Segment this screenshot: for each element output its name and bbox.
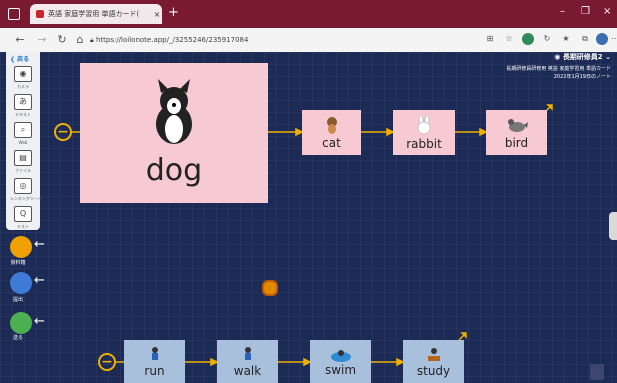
run-icon bbox=[151, 346, 158, 360]
word-card[interactable]: swim bbox=[310, 340, 371, 383]
word-card[interactable]: rabbit bbox=[393, 110, 455, 155]
trash-icon[interactable] bbox=[590, 364, 604, 380]
main-word-card[interactable]: dog bbox=[80, 63, 268, 203]
word-label: run bbox=[144, 363, 165, 378]
collapse-top-button[interactable]: − bbox=[54, 123, 72, 141]
collapse-bottom-button[interactable]: − bbox=[98, 353, 116, 371]
word-label: walk bbox=[233, 363, 262, 378]
bird-icon bbox=[507, 118, 528, 132]
word-label: bird bbox=[504, 135, 529, 150]
word-card[interactable]: study bbox=[403, 340, 464, 383]
word-label: cat bbox=[322, 135, 341, 150]
walk-icon bbox=[244, 346, 251, 360]
rabbit-icon bbox=[417, 114, 431, 134]
study-icon bbox=[427, 347, 440, 361]
canvas-marker[interactable] bbox=[262, 280, 278, 296]
word-card[interactable]: bird bbox=[486, 110, 547, 155]
dog-icon bbox=[156, 78, 192, 144]
swim-icon bbox=[330, 349, 351, 362]
word-card[interactable]: run bbox=[124, 340, 185, 383]
right-panel-handle[interactable] bbox=[609, 212, 617, 240]
word-label: rabbit bbox=[406, 136, 442, 151]
word-label: study bbox=[416, 363, 451, 378]
word-card[interactable]: walk bbox=[217, 340, 278, 383]
word-card[interactable]: cat bbox=[302, 110, 361, 155]
main-word: dog bbox=[145, 152, 203, 188]
cat-icon bbox=[326, 116, 337, 134]
word-label: swim bbox=[324, 362, 357, 377]
